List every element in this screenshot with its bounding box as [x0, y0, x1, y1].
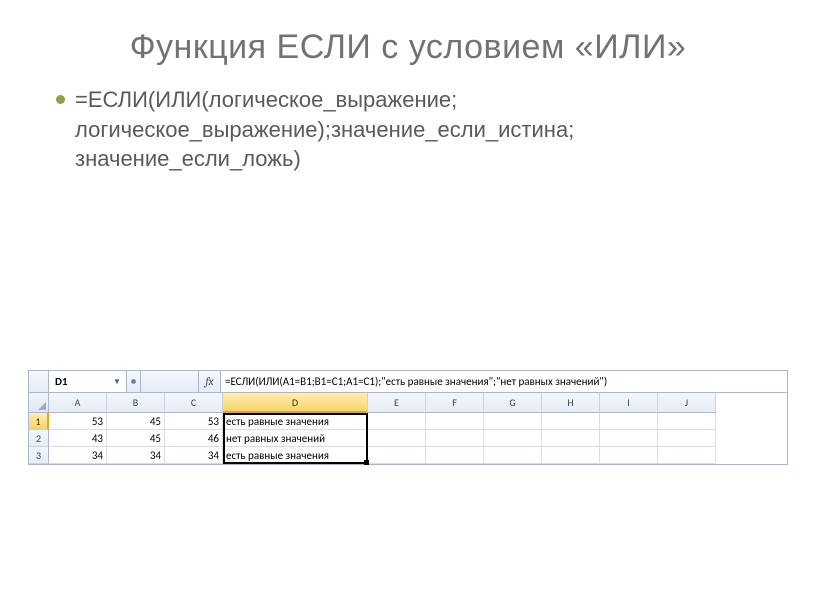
cell-F3[interactable] — [426, 447, 484, 464]
cell-J1[interactable] — [658, 413, 716, 430]
col-header-B[interactable]: B — [107, 393, 165, 413]
cell-I3[interactable] — [600, 447, 658, 464]
name-box-value: D1 — [55, 375, 68, 388]
cell-H3[interactable] — [542, 447, 600, 464]
column-header-row: A B C D E F G H I J — [49, 393, 787, 413]
row-header-column: 1 2 3 — [29, 393, 49, 464]
cell-D1[interactable]: есть равные значения — [223, 413, 368, 430]
col-header-H[interactable]: H — [542, 393, 600, 413]
col-header-C[interactable]: C — [165, 393, 223, 413]
cell-E3[interactable] — [368, 447, 426, 464]
cell-E2[interactable] — [368, 430, 426, 447]
table-row: 53 45 53 есть равные значения — [49, 413, 787, 430]
cell-A2[interactable]: 43 — [49, 430, 107, 447]
col-header-G[interactable]: G — [484, 393, 542, 413]
cell-D2[interactable]: нет равных значений — [223, 430, 368, 447]
cell-H1[interactable] — [542, 413, 600, 430]
cell-A1[interactable]: 53 — [49, 413, 107, 430]
formula-bar-handle-icon — [127, 371, 141, 392]
cell-J3[interactable] — [658, 447, 716, 464]
formula-bar-spacer — [141, 371, 199, 392]
bullet-block: =ЕСЛИ(ИЛИ(логическое_выражение; логическ… — [0, 85, 816, 174]
formula-bar: D1 ▼ fx =ЕСЛИ(ИЛИ(A1=B1;B1=C1;A1=C1);"ес… — [29, 371, 787, 393]
table-row: 34 34 34 есть равные значения — [49, 447, 787, 464]
cell-C3[interactable]: 34 — [165, 447, 223, 464]
cell-D3[interactable]: есть равные значения — [223, 447, 368, 464]
bullet-text: =ЕСЛИ(ИЛИ(логическое_выражение; логическ… — [75, 85, 760, 174]
formula-input[interactable]: =ЕСЛИ(ИЛИ(A1=B1;B1=C1;A1=C1);"есть равны… — [221, 371, 787, 392]
col-header-I[interactable]: I — [600, 393, 658, 413]
slide-title: Функция ЕСЛИ с условием «ИЛИ» — [0, 0, 816, 85]
cell-C2[interactable]: 46 — [165, 430, 223, 447]
cell-B3[interactable]: 34 — [107, 447, 165, 464]
excel-screenshot: D1 ▼ fx =ЕСЛИ(ИЛИ(A1=B1;B1=C1;A1=C1);"ес… — [28, 370, 788, 465]
cell-C1[interactable]: 53 — [165, 413, 223, 430]
cell-A3[interactable]: 34 — [49, 447, 107, 464]
cell-H2[interactable] — [542, 430, 600, 447]
select-all-corner[interactable] — [29, 393, 49, 413]
cell-B1[interactable]: 45 — [107, 413, 165, 430]
columns-area: A B C D E F G H I J 53 45 53 есть равные… — [49, 393, 787, 464]
cell-F1[interactable] — [426, 413, 484, 430]
cell-G1[interactable] — [484, 413, 542, 430]
cell-E1[interactable] — [368, 413, 426, 430]
col-header-F[interactable]: F — [426, 393, 484, 413]
row-header-3[interactable]: 3 — [29, 447, 49, 464]
bullet-dot-icon — [56, 95, 65, 104]
col-header-A[interactable]: A — [49, 393, 107, 413]
table-row: 43 45 46 нет равных значений — [49, 430, 787, 447]
cell-I1[interactable] — [600, 413, 658, 430]
row-header-1[interactable]: 1 — [29, 413, 49, 430]
cell-J2[interactable] — [658, 430, 716, 447]
cell-I2[interactable] — [600, 430, 658, 447]
col-header-D[interactable]: D — [223, 393, 368, 413]
cell-G3[interactable] — [484, 447, 542, 464]
cell-G2[interactable] — [484, 430, 542, 447]
row-header-2[interactable]: 2 — [29, 430, 49, 447]
cell-F2[interactable] — [426, 430, 484, 447]
col-header-E[interactable]: E — [368, 393, 426, 413]
formula-bar-left-gutter — [29, 371, 49, 392]
spreadsheet-grid: 1 2 3 A B C D E F G H I J 53 45 53 есть … — [29, 393, 787, 464]
name-box[interactable]: D1 ▼ — [49, 371, 127, 392]
cell-B2[interactable]: 45 — [107, 430, 165, 447]
name-box-dropdown-icon[interactable]: ▼ — [110, 375, 124, 389]
col-header-J[interactable]: J — [658, 393, 716, 413]
fx-button[interactable]: fx — [199, 371, 221, 392]
